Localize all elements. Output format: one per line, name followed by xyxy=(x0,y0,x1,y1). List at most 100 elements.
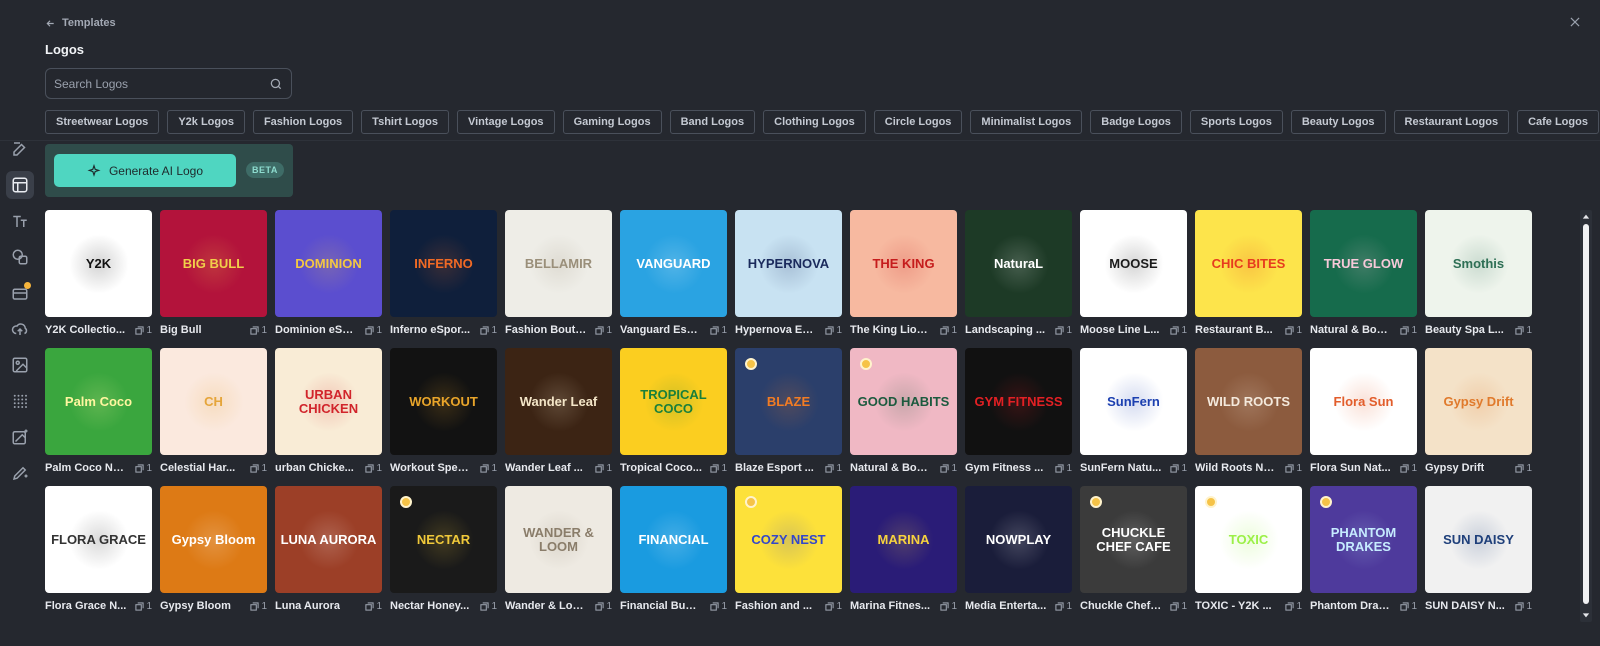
ai-image-icon[interactable] xyxy=(6,423,34,451)
template-thumbnail[interactable]: TOXIC xyxy=(1195,486,1302,593)
template-card[interactable]: BIG BULL Big Bull 1 xyxy=(160,210,267,337)
template-thumbnail[interactable]: CHIC BITES xyxy=(1195,210,1302,317)
template-card[interactable]: FLORA GRACE Flora Grace N... 1 xyxy=(45,486,152,613)
category-chip[interactable]: Circle Logos xyxy=(873,110,963,134)
template-card[interactable]: Gypsy Drift Gypsy Drift 1 xyxy=(1425,348,1532,475)
template-card[interactable]: PHANTOM DRAKES Phantom Drak... 1 xyxy=(1310,486,1417,613)
template-card[interactable]: COZY NEST Fashion and ... 1 xyxy=(735,486,842,613)
template-card[interactable]: CH Celestial Har... 1 xyxy=(160,348,267,475)
template-card[interactable]: NECTAR Nectar Honey... 1 xyxy=(390,486,497,613)
template-card[interactable]: LUNA AURORA Luna Aurora 1 xyxy=(275,486,382,613)
template-card[interactable]: MOOSE Moose Line L... 1 xyxy=(1080,210,1187,337)
template-card[interactable]: NaturaL Landscaping ... 1 xyxy=(965,210,1072,337)
category-chip[interactable]: Sports Logos xyxy=(1189,110,1283,134)
upload-icon[interactable] xyxy=(6,315,34,343)
template-thumbnail[interactable]: PHANTOM DRAKES xyxy=(1310,486,1417,593)
ai-edit-icon[interactable] xyxy=(6,459,34,487)
category-chip[interactable]: Band Logos xyxy=(669,110,756,134)
template-thumbnail[interactable]: WILD ROOTS xyxy=(1195,348,1302,455)
category-chip[interactable]: Badge Logos xyxy=(1090,110,1182,134)
scroll-up-icon[interactable] xyxy=(1582,213,1590,221)
template-thumbnail[interactable]: TROPICAL COCO xyxy=(620,348,727,455)
template-thumbnail[interactable]: WORKOUT xyxy=(390,348,497,455)
template-thumbnail[interactable]: NOWPLAY xyxy=(965,486,1072,593)
template-card[interactable]: THE KING The King Lion... 1 xyxy=(850,210,957,337)
template-thumbnail[interactable]: CH xyxy=(160,348,267,455)
scrollbar[interactable] xyxy=(1580,210,1592,622)
template-card[interactable]: VANGUARD Vanguard Esp... 1 xyxy=(620,210,727,337)
grid-icon[interactable] xyxy=(6,387,34,415)
template-card[interactable]: INFERNO Inferno eSpor... 1 xyxy=(390,210,497,337)
template-thumbnail[interactable]: Y2K xyxy=(45,210,152,317)
close-icon[interactable] xyxy=(1568,15,1582,29)
template-card[interactable]: Palm Coco Palm Coco Na... 1 xyxy=(45,348,152,475)
template-card[interactable]: Wander Leaf Wander Leaf ... 1 xyxy=(505,348,612,475)
search-icon[interactable] xyxy=(269,77,283,91)
template-card[interactable]: Y2K Y2K Collectio... 1 xyxy=(45,210,152,337)
template-thumbnail[interactable]: Gypsy Drift xyxy=(1425,348,1532,455)
template-thumbnail[interactable]: COZY NEST xyxy=(735,486,842,593)
template-thumbnail[interactable]: BIG BULL xyxy=(160,210,267,317)
template-card[interactable]: WANDER & LOOM Wander & Loom 1 xyxy=(505,486,612,613)
template-card[interactable]: WILD ROOTS Wild Roots Na... 1 xyxy=(1195,348,1302,475)
template-card[interactable]: SUN DAISY SUN DAISY N... 1 xyxy=(1425,486,1532,613)
template-thumbnail[interactable]: URBAN CHICKEN xyxy=(275,348,382,455)
template-thumbnail[interactable]: NaturaL xyxy=(965,210,1072,317)
template-card[interactable]: HYPERNOVA Hypernova Es... 1 xyxy=(735,210,842,337)
template-card[interactable]: SunFern SunFern Natu... 1 xyxy=(1080,348,1187,475)
text-icon[interactable] xyxy=(6,207,34,235)
template-thumbnail[interactable]: Smothis xyxy=(1425,210,1532,317)
images-icon[interactable] xyxy=(6,351,34,379)
template-thumbnail[interactable]: FLORA GRACE xyxy=(45,486,152,593)
template-card[interactable]: BELLAMIR Fashion Bouti... 1 xyxy=(505,210,612,337)
template-thumbnail[interactable]: BELLAMIR xyxy=(505,210,612,317)
template-thumbnail[interactable]: SunFern xyxy=(1080,348,1187,455)
category-chip[interactable]: Streetwear Logos xyxy=(45,110,160,134)
template-card[interactable]: TRUE GLOW Natural & Boh... 1 xyxy=(1310,210,1417,337)
category-chip[interactable]: Clothing Logos xyxy=(763,110,866,134)
category-chip[interactable]: Fashion Logos xyxy=(252,110,354,134)
template-thumbnail[interactable]: Palm Coco xyxy=(45,348,152,455)
template-thumbnail[interactable]: CHUCKLE CHEF CAFE xyxy=(1080,486,1187,593)
category-chip[interactable]: Cafe Logos xyxy=(1517,110,1599,134)
template-thumbnail[interactable]: GYM FITNESS xyxy=(965,348,1072,455)
template-card[interactable]: WORKOUT Workout Spec... 1 xyxy=(390,348,497,475)
template-card[interactable]: BLAZE Blaze Esport ... 1 xyxy=(735,348,842,475)
template-thumbnail[interactable]: Flora Sun xyxy=(1310,348,1417,455)
template-card[interactable]: URBAN CHICKEN urban Chicke... 1 xyxy=(275,348,382,475)
category-chip[interactable]: Minimalist Logos xyxy=(970,110,1083,134)
category-chip[interactable]: Restaurant Logos xyxy=(1393,110,1510,134)
brand-kit-icon[interactable] xyxy=(6,279,34,307)
template-thumbnail[interactable]: SUN DAISY xyxy=(1425,486,1532,593)
template-thumbnail[interactable]: Gypsy Bloom xyxy=(160,486,267,593)
template-thumbnail[interactable]: Wander Leaf xyxy=(505,348,612,455)
scrollbar-thumb[interactable] xyxy=(1583,224,1589,604)
category-chip[interactable]: Vintage Logos xyxy=(456,110,555,134)
template-thumbnail[interactable]: NECTAR xyxy=(390,486,497,593)
template-thumbnail[interactable]: MARINA xyxy=(850,486,957,593)
category-chip[interactable]: Beauty Logos xyxy=(1290,110,1386,134)
template-thumbnail[interactable]: GOOD HABITS xyxy=(850,348,957,455)
category-chip[interactable]: Tshirt Logos xyxy=(361,110,449,134)
category-chip[interactable]: Y2k Logos xyxy=(167,110,245,134)
elements-icon[interactable] xyxy=(6,243,34,271)
template-thumbnail[interactable]: HYPERNOVA xyxy=(735,210,842,317)
back-to-templates-link[interactable]: Templates xyxy=(45,17,116,29)
template-card[interactable]: Smothis Beauty Spa L... 1 xyxy=(1425,210,1532,337)
template-thumbnail[interactable]: INFERNO xyxy=(390,210,497,317)
template-card[interactable]: Gypsy Bloom Gypsy Bloom 1 xyxy=(160,486,267,613)
template-thumbnail[interactable]: TRUE GLOW xyxy=(1310,210,1417,317)
template-thumbnail[interactable]: BLAZE xyxy=(735,348,842,455)
template-thumbnail[interactable]: MOOSE xyxy=(1080,210,1187,317)
template-card[interactable]: GYM FITNESS Gym Fitness ... 1 xyxy=(965,348,1072,475)
template-thumbnail[interactable]: DOMINION xyxy=(275,210,382,317)
template-card[interactable]: NOWPLAY Media Enterta... 1 xyxy=(965,486,1072,613)
template-thumbnail[interactable]: FINANCIAL xyxy=(620,486,727,593)
template-card[interactable]: FINANCIAL Financial Busi... 1 xyxy=(620,486,727,613)
template-thumbnail[interactable]: WANDER & LOOM xyxy=(505,486,612,593)
template-card[interactable]: MARINA Marina Fitnes... 1 xyxy=(850,486,957,613)
category-chip[interactable]: Gaming Logos xyxy=(562,110,662,134)
templates-icon[interactable] xyxy=(6,171,34,199)
generate-ai-logo-button[interactable]: Generate AI Logo xyxy=(54,154,236,187)
template-card[interactable]: TROPICAL COCO Tropical Coco... 1 xyxy=(620,348,727,475)
